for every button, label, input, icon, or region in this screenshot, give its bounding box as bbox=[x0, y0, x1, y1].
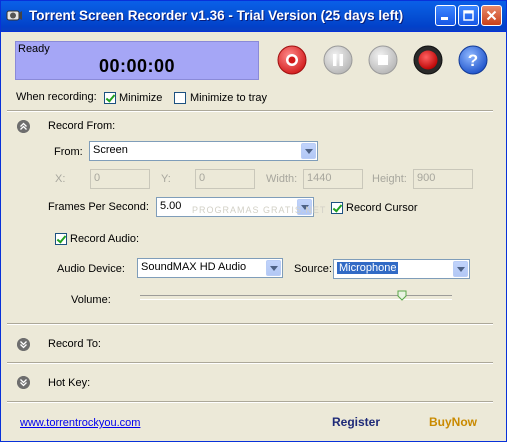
record-cursor-checkbox[interactable] bbox=[331, 202, 343, 214]
pause-button[interactable] bbox=[323, 45, 353, 75]
audio-device-label: Audio Device: bbox=[57, 263, 125, 275]
minimize-checkbox[interactable] bbox=[104, 92, 116, 104]
record-cursor-label: Record Cursor bbox=[346, 202, 418, 214]
source-value: Microphone bbox=[337, 262, 399, 274]
height-input[interactable]: 900 bbox=[413, 169, 473, 189]
y-label: Y: bbox=[161, 173, 171, 185]
chevron-down-icon bbox=[453, 261, 468, 277]
maximize-icon bbox=[463, 10, 474, 21]
title-bar[interactable]: Torrent Screen Recorder v1.36 - Trial Ve… bbox=[1, 1, 506, 32]
help-button[interactable]: ? bbox=[458, 45, 488, 75]
minimize-window-button[interactable] bbox=[435, 5, 456, 26]
audio-device-dropdown[interactable]: SoundMAX HD Audio bbox=[137, 258, 283, 278]
x-label: X: bbox=[55, 173, 66, 185]
minimize-icon bbox=[441, 17, 448, 20]
volume-slider-thumb[interactable] bbox=[397, 290, 407, 301]
elapsed-timer: 00:00:00 bbox=[98, 56, 176, 76]
status-display: Ready 00:00:00 bbox=[15, 41, 259, 80]
register-button[interactable]: Register bbox=[332, 415, 380, 429]
watermark-text: PROGRAMAS GRATIS.NET bbox=[192, 205, 327, 215]
app-window: Torrent Screen Recorder v1.36 - Trial Ve… bbox=[0, 0, 507, 442]
close-window-button[interactable] bbox=[481, 5, 502, 26]
x-input[interactable]: 0 bbox=[90, 169, 150, 189]
stop-button[interactable] bbox=[368, 45, 398, 75]
record-audio-checkbox[interactable] bbox=[55, 233, 67, 245]
from-label: From: bbox=[54, 146, 83, 158]
audio-device-value: SoundMAX HD Audio bbox=[141, 261, 247, 273]
volume-label: Volume: bbox=[71, 294, 111, 306]
divider bbox=[7, 362, 493, 364]
svg-text:?: ? bbox=[468, 51, 478, 70]
minimize-to-tray-checkbox[interactable] bbox=[174, 92, 186, 104]
from-dropdown[interactable]: Screen bbox=[89, 141, 318, 161]
collapse-record-from-icon[interactable] bbox=[17, 120, 30, 133]
when-recording-label: When recording: bbox=[16, 91, 97, 103]
rec-indicator-button[interactable] bbox=[413, 45, 443, 75]
chevron-down-icon bbox=[301, 143, 316, 159]
from-value: Screen bbox=[93, 144, 128, 156]
minimize-to-tray-label: Minimize to tray bbox=[190, 92, 268, 104]
chevron-down-icon bbox=[266, 260, 281, 276]
width-input[interactable]: 1440 bbox=[303, 169, 363, 189]
close-icon bbox=[486, 10, 497, 21]
minimize-label: Minimize bbox=[119, 92, 163, 104]
status-text: Ready bbox=[18, 43, 50, 55]
buy-now-button[interactable]: BuyNow bbox=[429, 415, 477, 429]
record-audio-label: Record Audio: bbox=[70, 233, 140, 245]
fps-value: 5.00 bbox=[160, 200, 182, 212]
record-from-header: Record From: bbox=[48, 120, 116, 132]
height-label: Height: bbox=[372, 173, 407, 185]
record-button[interactable] bbox=[277, 45, 307, 75]
divider bbox=[7, 323, 493, 325]
maximize-window-button[interactable] bbox=[458, 5, 479, 26]
website-link[interactable]: www.torrentrockyou.com bbox=[20, 417, 140, 429]
y-value: 0 bbox=[199, 172, 206, 184]
record-to-header[interactable]: Record To: bbox=[48, 338, 101, 350]
width-value: 1440 bbox=[307, 172, 332, 184]
width-label: Width: bbox=[266, 173, 298, 185]
height-value: 900 bbox=[417, 172, 436, 184]
hot-key-header[interactable]: Hot Key: bbox=[48, 377, 90, 389]
divider bbox=[7, 110, 493, 112]
x-value: 0 bbox=[94, 172, 101, 184]
y-input[interactable]: 0 bbox=[195, 169, 255, 189]
source-label: Source: bbox=[294, 263, 332, 275]
expand-record-to-icon[interactable] bbox=[17, 338, 30, 351]
expand-hot-key-icon[interactable] bbox=[17, 376, 30, 389]
source-dropdown[interactable]: Microphone bbox=[333, 259, 470, 279]
window-title: Torrent Screen Recorder v1.36 - Trial Ve… bbox=[29, 8, 404, 23]
divider bbox=[7, 401, 493, 403]
fps-label: Frames Per Second: bbox=[48, 201, 149, 213]
camera-icon bbox=[6, 10, 22, 21]
